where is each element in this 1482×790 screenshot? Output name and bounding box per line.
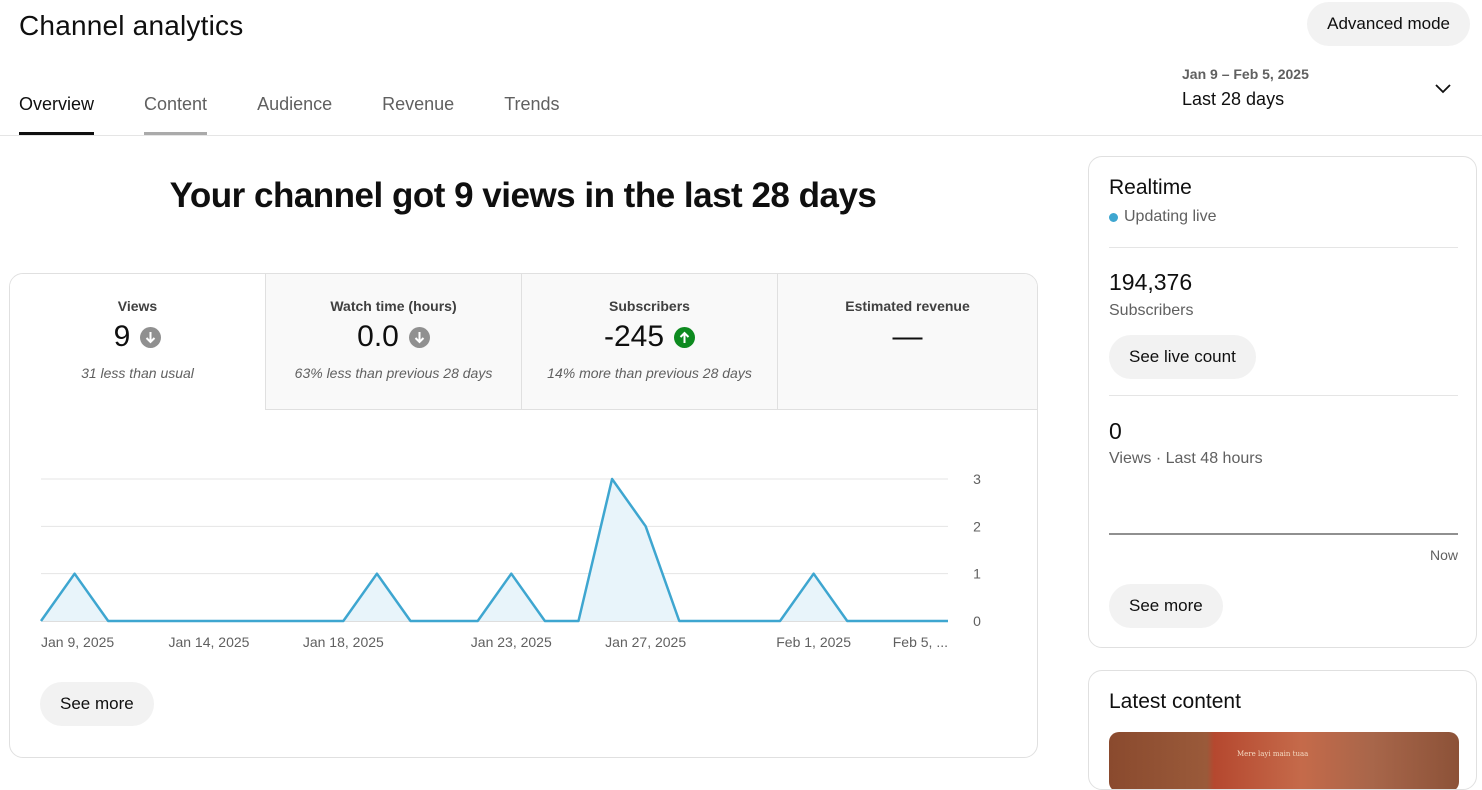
- series-area: [41, 479, 948, 621]
- metric-views[interactable]: Views 9 31 less than usual: [10, 274, 266, 410]
- advanced-mode-button[interactable]: Advanced mode: [1307, 2, 1470, 46]
- arrow-down-icon: [140, 327, 161, 348]
- date-range-picker[interactable]: Jan 9 – Feb 5, 2025 Last 28 days: [1182, 66, 1462, 118]
- y-tick-label: 2: [973, 518, 981, 534]
- video-thumbnail[interactable]: Mere layi main tuaa: [1109, 732, 1459, 790]
- x-tick-label: Jan 27, 2025: [605, 634, 686, 650]
- latest-content-title: Latest content: [1109, 690, 1241, 714]
- views-chart[interactable]: 0 1 2 3 Jan 9, 2025 Jan 14, 2025 Jan 18, 2025 J…: [10, 410, 1037, 670]
- divider: [1109, 395, 1458, 396]
- metric-watch-time[interactable]: Watch time (hours) 0.0 63% less than pre…: [266, 274, 522, 410]
- overview-card: Views 9 31 less than usual Watch time (h…: [9, 273, 1038, 758]
- metric-value-row: 9: [10, 320, 265, 354]
- date-range-text: Jan 9 – Feb 5, 2025: [1182, 66, 1309, 82]
- metric-value-row: -245: [522, 320, 777, 354]
- tab-content[interactable]: Content: [144, 86, 207, 135]
- realtime-see-more-button[interactable]: See more: [1109, 584, 1223, 628]
- metric-tabs: Views 9 31 less than usual Watch time (h…: [10, 274, 1037, 410]
- arrow-down-icon: [409, 327, 430, 348]
- divider: [1109, 247, 1458, 248]
- metric-value-row: 0.0: [266, 320, 521, 354]
- arrow-up-icon: [674, 327, 695, 348]
- y-tick-label: 0: [973, 613, 981, 629]
- tab-trends[interactable]: Trends: [504, 86, 559, 135]
- tab-revenue[interactable]: Revenue: [382, 86, 454, 135]
- x-tick-label: Jan 23, 2025: [471, 634, 552, 650]
- metric-subscribers[interactable]: Subscribers -245 14% more than previous …: [522, 274, 778, 410]
- metric-value-row: —: [778, 320, 1037, 354]
- realtime-axis-label: Now: [1430, 547, 1458, 563]
- realtime-subscribers-label: Subscribers: [1109, 302, 1193, 320]
- metric-note: 31 less than usual: [10, 365, 265, 381]
- metric-value: 0.0: [357, 320, 399, 354]
- page-title: Channel analytics: [19, 10, 243, 42]
- tab-audience[interactable]: Audience: [257, 86, 332, 135]
- see-live-count-button[interactable]: See live count: [1109, 335, 1256, 379]
- tab-bar: Overview Content Audience Revenue Trends: [19, 86, 610, 135]
- x-tick-label: Feb 1, 2025: [776, 634, 851, 650]
- realtime-title: Realtime: [1109, 176, 1192, 200]
- metric-label: Watch time (hours): [266, 298, 521, 314]
- metric-label: Estimated revenue: [778, 298, 1037, 314]
- realtime-subscribers-value: 194,376: [1109, 269, 1192, 296]
- tab-overview[interactable]: Overview: [19, 86, 94, 135]
- thumbnail-text: Mere layi main tuaa: [1237, 750, 1308, 758]
- x-tick-label: Jan 9, 2025: [41, 634, 114, 650]
- y-tick-label: 3: [973, 471, 981, 487]
- realtime-chart-axis: [1109, 533, 1458, 535]
- live-dot-icon: [1109, 213, 1118, 222]
- realtime-views-label: Views · Last 48 hours: [1109, 450, 1263, 468]
- metric-revenue[interactable]: Estimated revenue —: [778, 274, 1037, 410]
- metric-value: -245: [604, 320, 664, 354]
- metric-note: 63% less than previous 28 days: [266, 365, 521, 381]
- metric-note: 14% more than previous 28 days: [522, 365, 777, 381]
- chevron-down-icon[interactable]: [1434, 80, 1452, 98]
- x-tick-label: Feb 5, ...: [893, 634, 948, 650]
- x-tick-label: Jan 14, 2025: [168, 634, 249, 650]
- realtime-views-value: 0: [1109, 418, 1122, 445]
- metric-label: Subscribers: [522, 298, 777, 314]
- date-range-label: Last 28 days: [1182, 89, 1284, 110]
- y-tick-label: 1: [973, 566, 981, 582]
- see-more-button[interactable]: See more: [40, 682, 154, 726]
- header-divider: [0, 135, 1482, 136]
- metric-label: Views: [10, 298, 265, 314]
- summary-headline: Your channel got 9 views in the last 28 …: [10, 176, 1036, 216]
- realtime-card: Realtime Updating live 194,376 Subscribe…: [1088, 156, 1477, 648]
- metric-value: 9: [114, 320, 131, 354]
- latest-content-card: Latest content Mere layi main tuaa: [1088, 670, 1477, 790]
- x-tick-label: Jan 18, 2025: [303, 634, 384, 650]
- realtime-status-text: Updating live: [1124, 208, 1217, 226]
- realtime-status: Updating live: [1109, 208, 1217, 226]
- metric-value: —: [893, 320, 923, 354]
